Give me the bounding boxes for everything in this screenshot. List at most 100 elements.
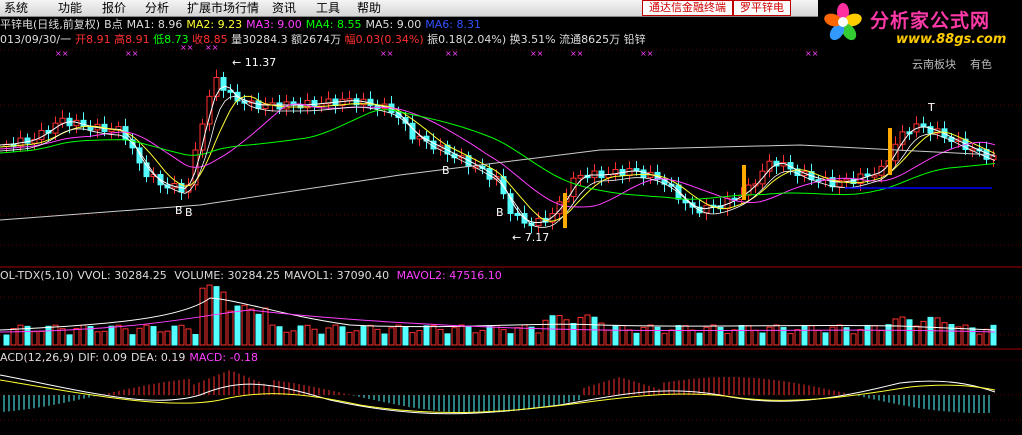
volume-bar [493,324,500,346]
top-signal-marker: ×× [640,49,653,58]
volume-bar [3,334,10,346]
volume-bar [24,325,31,346]
volume-bar [570,322,577,346]
turnover-value: 换3.51% [509,33,556,46]
top-signal-marker: ×× [445,49,458,58]
low-price-label: ← 7.17 [512,231,549,244]
candle-body [640,169,647,178]
volume-bar [787,333,794,346]
volume-value: 量30284.3 [231,33,288,46]
volume-bar [766,326,773,346]
volume-bar [80,324,87,346]
menu-item-tools[interactable]: 工具 [314,0,342,16]
volume-bar [906,319,913,346]
volume-bar [416,330,423,346]
volume-bar [255,313,262,346]
top-signal-marker: ×× [570,49,583,58]
volume-bar [213,286,220,346]
sector-link-yunnan[interactable]: 云南板块 [912,56,956,72]
volume-bar [605,329,612,346]
ma2-value: MA2: 9.23 [186,18,243,31]
candle-body [598,170,605,179]
volume-bar [458,324,465,346]
menu-item-analysis[interactable]: 分析 [143,0,171,16]
volume-bar [948,324,955,346]
volume-bar [815,329,822,346]
high-price-label: ← 11.37 [232,56,276,69]
date-value: 013/09/30/一 [0,33,72,46]
volume-bar [668,329,675,346]
volume-bar [801,324,808,346]
menu-item-news[interactable]: 资讯 [270,0,298,16]
volume-bar [10,328,17,346]
chart-type-label: B点 [104,18,123,31]
volume-bar [465,326,472,346]
volume-panel-header: OL-TDX(5,10) VVOL: 30284.25 VOLUME: 30284… [0,269,506,283]
ma2-line [0,95,996,222]
signal-bar [563,193,567,228]
volume-bar [731,329,738,346]
macd-indicator-name: ACD(12,26,9) [0,351,75,364]
close-value: 收8.85 [192,33,228,46]
volume-bar [164,330,171,346]
vvol-value: VVOL: 30284.25 [77,269,167,282]
volume-bar [451,327,458,346]
volume-bar [661,332,668,346]
menu-item-extended-market[interactable]: 扩展市场行情 [185,0,261,16]
volume-bar [402,326,409,346]
signal-bar [888,128,892,175]
volume-bar [45,325,52,346]
volume-indicator-name: OL-TDX(5,10) [0,269,74,282]
menu-item-help[interactable]: 帮助 [355,0,383,16]
volume-bar [773,324,780,346]
mavol2-value: MAVOL2: 47516.10 [396,269,502,282]
mavol1-value: MAVOL1: 37090.40 [283,269,390,282]
volume-bar [318,333,325,346]
volume-bar [395,324,402,346]
volume-bar [745,325,752,346]
top-signal-marker: ×× [805,49,818,58]
volume-bar [101,330,108,346]
candle-body [213,77,220,97]
volume-bar [857,329,864,346]
volume-bar [941,322,948,346]
logo-title: 分析家公式网 [870,10,991,32]
indicator-title-line: 平锌电(日线,前复权) B点 MA1: 8.96 MA2: 9.23 MA3: 9.00… [0,18,485,32]
ma1-value: MA1: 8.96 [126,18,183,31]
volume-bar [311,328,318,346]
volume-bar [479,329,486,346]
volume-bar [262,307,269,346]
stock-chart-canvas[interactable]: ×× ×××× ×××× ×× ×× ×× ×× ××← 11.37← 7.17BBBBT [0,0,1022,435]
high-value: 高8.91 [114,33,150,46]
buy-signal-label: B [496,206,504,219]
site-logo: 分析家公式网 www.88gs.com [818,0,1022,54]
menu-item-system[interactable]: 系统 [2,0,30,16]
volume-bar [227,310,234,346]
change-value: 幅0.03(0.34%) [344,33,424,46]
volume-bar [500,329,507,346]
volume-bar [430,324,437,346]
candle-body [409,122,416,140]
volume-bar [619,325,626,346]
volume-bar [171,325,178,346]
volume-bar [836,324,843,346]
volume-bar [94,331,101,346]
stock-name-badge: 罗平锌电 [733,0,791,16]
volume-bar [17,324,24,346]
volume-bar [178,324,185,346]
ma1-line [0,85,996,223]
volume-bar [556,315,563,346]
volume-bar [185,328,192,346]
volume-bar [794,329,801,346]
volume-bar [367,324,374,346]
volume-bar [535,332,542,346]
menu-item-function[interactable]: 功能 [56,0,84,16]
candle-body [843,178,850,182]
sector-link-nonferrous[interactable]: 有色 [970,56,992,72]
ma3-line [0,103,996,208]
volume-bar [990,324,997,346]
menu-item-quote[interactable]: 报价 [100,0,128,16]
terminal-title-badge: 通达信金融终端 [642,0,733,16]
volume-bar [696,332,703,346]
volume-bar [724,332,731,346]
